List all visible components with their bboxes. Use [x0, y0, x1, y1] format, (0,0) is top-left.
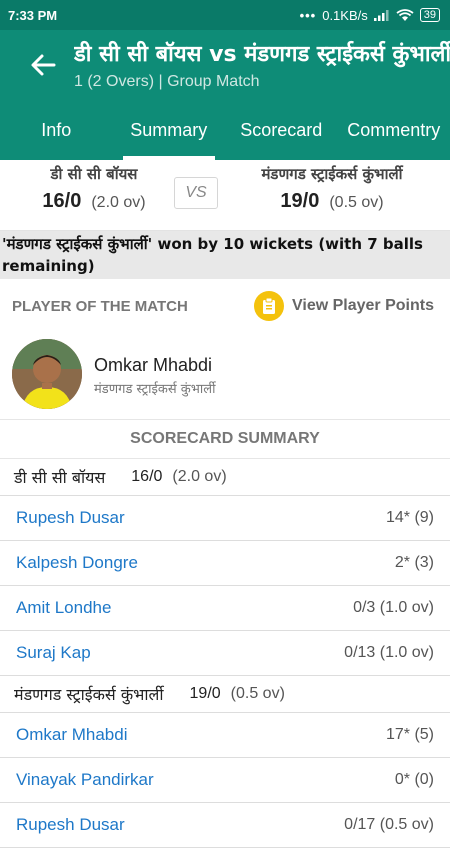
innings-header: डी सी सी बॉयस 16/0 (2.0 ov): [0, 459, 450, 496]
team1-block: डी सी सी बॉयस 16/0 (2.0 ov): [24, 164, 164, 213]
innings-team: डी सी सी बॉयस: [14, 466, 105, 488]
potm-header: PLAYER OF THE MATCH View Player Points: [0, 279, 450, 339]
innings-overs: (2.0 ov): [172, 468, 226, 486]
player-stat: 0/3 (1.0 ov): [353, 599, 434, 617]
network-speed: 0.1KB/s: [322, 8, 368, 23]
score-summary: डी सी सी बॉयस 16/0 (2.0 ov) VS मंडणगड स्ट…: [0, 160, 450, 231]
innings-header: मंडणगड स्ट्राईकर्स कुंभार्ली 19/0 (0.5 o…: [0, 676, 450, 713]
result-banner: 'मंडणगड स्ट्राईकर्स कुंभार्ली' won by 10…: [0, 231, 450, 279]
potm-label: PLAYER OF THE MATCH: [12, 298, 188, 315]
team2-score: 19/0: [280, 190, 319, 212]
player-stat: 2* (3): [395, 554, 434, 572]
tab-info[interactable]: Info: [0, 100, 113, 160]
player-stat: 14* (9): [386, 509, 434, 527]
vs-badge: VS: [174, 177, 218, 209]
potm-player-name: Omkar Mhabdi: [94, 355, 212, 376]
potm-player[interactable]: Omkar Mhabdi मंडणगड स्ट्राईकर्स कुंभार्ल…: [0, 339, 450, 420]
innings-score: 16/0: [131, 468, 162, 486]
table-row: Vinayak Pandirkar 0* (0): [0, 758, 450, 803]
avatar: [12, 339, 82, 409]
player-link[interactable]: Rupesh Dusar: [16, 815, 125, 835]
team1-name: डी सी सी बॉयस: [24, 164, 164, 184]
player-stat: 0* (0): [395, 771, 434, 789]
tab-bar: Info Summary Scorecard Commentry: [0, 100, 450, 160]
player-stat: 17* (5): [386, 726, 434, 744]
player-link[interactable]: Rupesh Dusar: [16, 508, 125, 528]
innings-team: मंडणगड स्ट्राईकर्स कुंभार्ली: [14, 683, 164, 705]
clipboard-icon: [254, 291, 284, 321]
innings-overs: (0.5 ov): [231, 685, 285, 703]
team1-score: 16/0: [42, 190, 81, 212]
team1-overs: (2.0 ov): [91, 194, 145, 211]
back-arrow-icon[interactable]: [28, 50, 58, 80]
table-row: Rupesh Dusar 14* (9): [0, 496, 450, 541]
view-player-points-button[interactable]: View Player Points: [254, 291, 434, 321]
table-row: Omkar Mhabdi 17* (5): [0, 713, 450, 758]
app-bar: डी सी सी बॉयस vs मंडणगड स्ट्राईकर्स कुंभ…: [0, 30, 450, 160]
tab-scorecard[interactable]: Scorecard: [225, 100, 338, 160]
match-subtitle: 1 (2 Overs) | Group Match: [74, 73, 260, 91]
potm-player-team: मंडणगड स्ट्राईकर्स कुंभार्ली: [94, 379, 215, 397]
status-time: 7:33 PM: [8, 8, 57, 23]
table-row: Amit Londhe 0/3 (1.0 ov): [0, 586, 450, 631]
view-player-points-label: View Player Points: [292, 297, 434, 315]
scorecard-summary-title: SCORECARD SUMMARY: [0, 420, 450, 459]
signal-icon: [374, 9, 390, 21]
battery-icon: 39: [420, 8, 440, 22]
player-stat: 0/13 (1.0 ov): [344, 644, 434, 662]
player-stat: 0/17 (0.5 ov): [344, 816, 434, 834]
wifi-icon: [396, 9, 414, 22]
player-link[interactable]: Amit Londhe: [16, 598, 111, 618]
status-bar: 7:33 PM ••• 0.1KB/s 39: [0, 0, 450, 30]
team2-block: मंडणगड स्ट्राईकर्स कुंभार्ली 19/0 (0.5 ov…: [222, 164, 442, 213]
more-dots-icon: •••: [300, 8, 317, 23]
player-link[interactable]: Kalpesh Dongre: [16, 553, 138, 573]
tab-summary[interactable]: Summary: [113, 100, 226, 160]
tab-commentry[interactable]: Commentry: [338, 100, 450, 160]
player-link[interactable]: Vinayak Pandirkar: [16, 770, 154, 790]
team2-name: मंडणगड स्ट्राईकर्स कुंभार्ली: [222, 164, 442, 184]
table-row: Rupesh Dusar 0/17 (0.5 ov): [0, 803, 450, 848]
table-row: Kalpesh Dongre 2* (3): [0, 541, 450, 586]
team2-overs: (0.5 ov): [329, 194, 383, 211]
table-row: Suraj Kap 0/13 (1.0 ov): [0, 631, 450, 676]
innings-score: 19/0: [190, 685, 221, 703]
player-link[interactable]: Omkar Mhabdi: [16, 725, 127, 745]
match-title: डी सी सी बॉयस vs मंडणगड स्ट्राईकर्स कुंभ…: [74, 38, 450, 68]
player-link[interactable]: Suraj Kap: [16, 643, 91, 663]
